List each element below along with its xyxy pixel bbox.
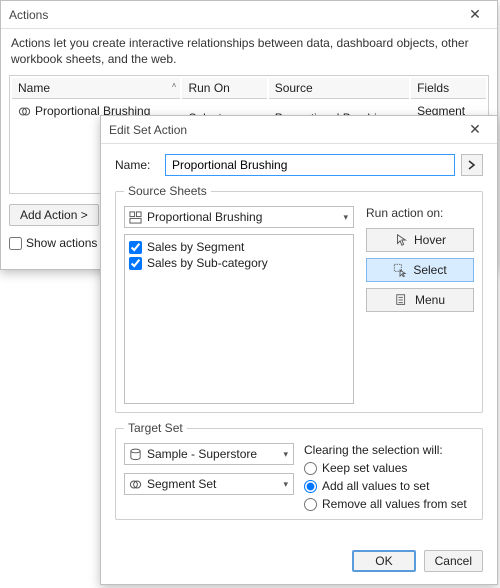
actions-titlebar: Actions ✕: [1, 1, 497, 29]
hover-icon: [394, 233, 408, 247]
sort-icon: ˄: [172, 81, 177, 90]
select-icon: [393, 263, 407, 277]
sheet-checkbox[interactable]: [129, 241, 142, 254]
actions-description: Actions let you create interactive relat…: [1, 29, 497, 75]
col-fields[interactable]: Fields: [411, 78, 486, 99]
list-item[interactable]: Sales by Segment: [129, 239, 349, 255]
close-icon[interactable]: ✕: [461, 6, 489, 23]
sheet-label: Sales by Sub-category: [147, 256, 268, 270]
edit-set-action-dialog: Edit Set Action ✕ Name: Source Sheets Pr…: [100, 115, 498, 585]
sheet-checkbox[interactable]: [129, 257, 142, 270]
run-action-label: Run action on:: [366, 206, 474, 220]
col-source[interactable]: Source: [269, 78, 409, 99]
chevron-down-icon: ▾: [343, 212, 348, 223]
chevron-down-icon: ▾: [283, 479, 288, 490]
col-run-on[interactable]: Run On: [182, 78, 266, 99]
clearing-label: Clearing the selection will:: [304, 443, 474, 457]
menu-icon: [395, 293, 409, 307]
col-name[interactable]: Name˄: [12, 78, 180, 99]
name-label: Name:: [115, 158, 159, 172]
insert-menu-button[interactable]: [461, 154, 483, 176]
source-sheets-list[interactable]: Sales by Segment Sales by Sub-category: [124, 234, 354, 404]
source-sheets-group: Source Sheets Proportional Brushing ▾ Sa…: [115, 184, 483, 413]
target-set-legend: Target Set: [124, 421, 187, 435]
show-actions-checkbox[interactable]: [9, 237, 22, 250]
chevron-down-icon: ▾: [283, 449, 288, 460]
run-menu-button[interactable]: Menu: [366, 288, 474, 312]
list-item[interactable]: Sales by Sub-category: [129, 255, 349, 271]
add-action-button[interactable]: Add Action >: [9, 204, 99, 226]
radio-remove[interactable]: [304, 498, 317, 511]
run-select-button[interactable]: Select: [366, 258, 474, 282]
target-set-dropdown[interactable]: Segment Set ▾: [124, 473, 294, 495]
set-icon: [129, 478, 142, 491]
sheet-label: Sales by Segment: [147, 240, 244, 254]
dashboard-icon: [129, 211, 142, 224]
dialog-button-bar: OK Cancel: [101, 540, 497, 584]
cancel-button[interactable]: Cancel: [424, 550, 483, 572]
radio-keep[interactable]: [304, 462, 317, 475]
run-hover-button[interactable]: Hover: [366, 228, 474, 252]
source-sheets-legend: Source Sheets: [124, 184, 211, 198]
radio-add[interactable]: [304, 480, 317, 493]
clearing-remove-option[interactable]: Remove all values from set: [304, 497, 474, 511]
chevron-right-icon: [468, 160, 476, 170]
ok-button[interactable]: OK: [352, 550, 415, 572]
set-action-icon: [18, 105, 31, 118]
target-set-label: Segment Set: [147, 477, 216, 491]
clearing-keep-option[interactable]: Keep set values: [304, 461, 474, 475]
datasource-icon: [129, 448, 142, 461]
clearing-add-option[interactable]: Add all values to set: [304, 479, 474, 493]
action-name-input[interactable]: [165, 154, 455, 176]
source-dashboard-dropdown[interactable]: Proportional Brushing ▾: [124, 206, 354, 228]
actions-title: Actions: [9, 8, 48, 22]
close-icon[interactable]: ✕: [461, 121, 489, 138]
edit-title: Edit Set Action: [109, 123, 187, 137]
target-set-group: Target Set Sample - Superstore ▾: [115, 421, 483, 520]
edit-titlebar: Edit Set Action ✕: [101, 116, 497, 144]
target-datasource-dropdown[interactable]: Sample - Superstore ▾: [124, 443, 294, 465]
target-datasource-label: Sample - Superstore: [147, 447, 257, 461]
source-dashboard-label: Proportional Brushing: [147, 210, 262, 224]
